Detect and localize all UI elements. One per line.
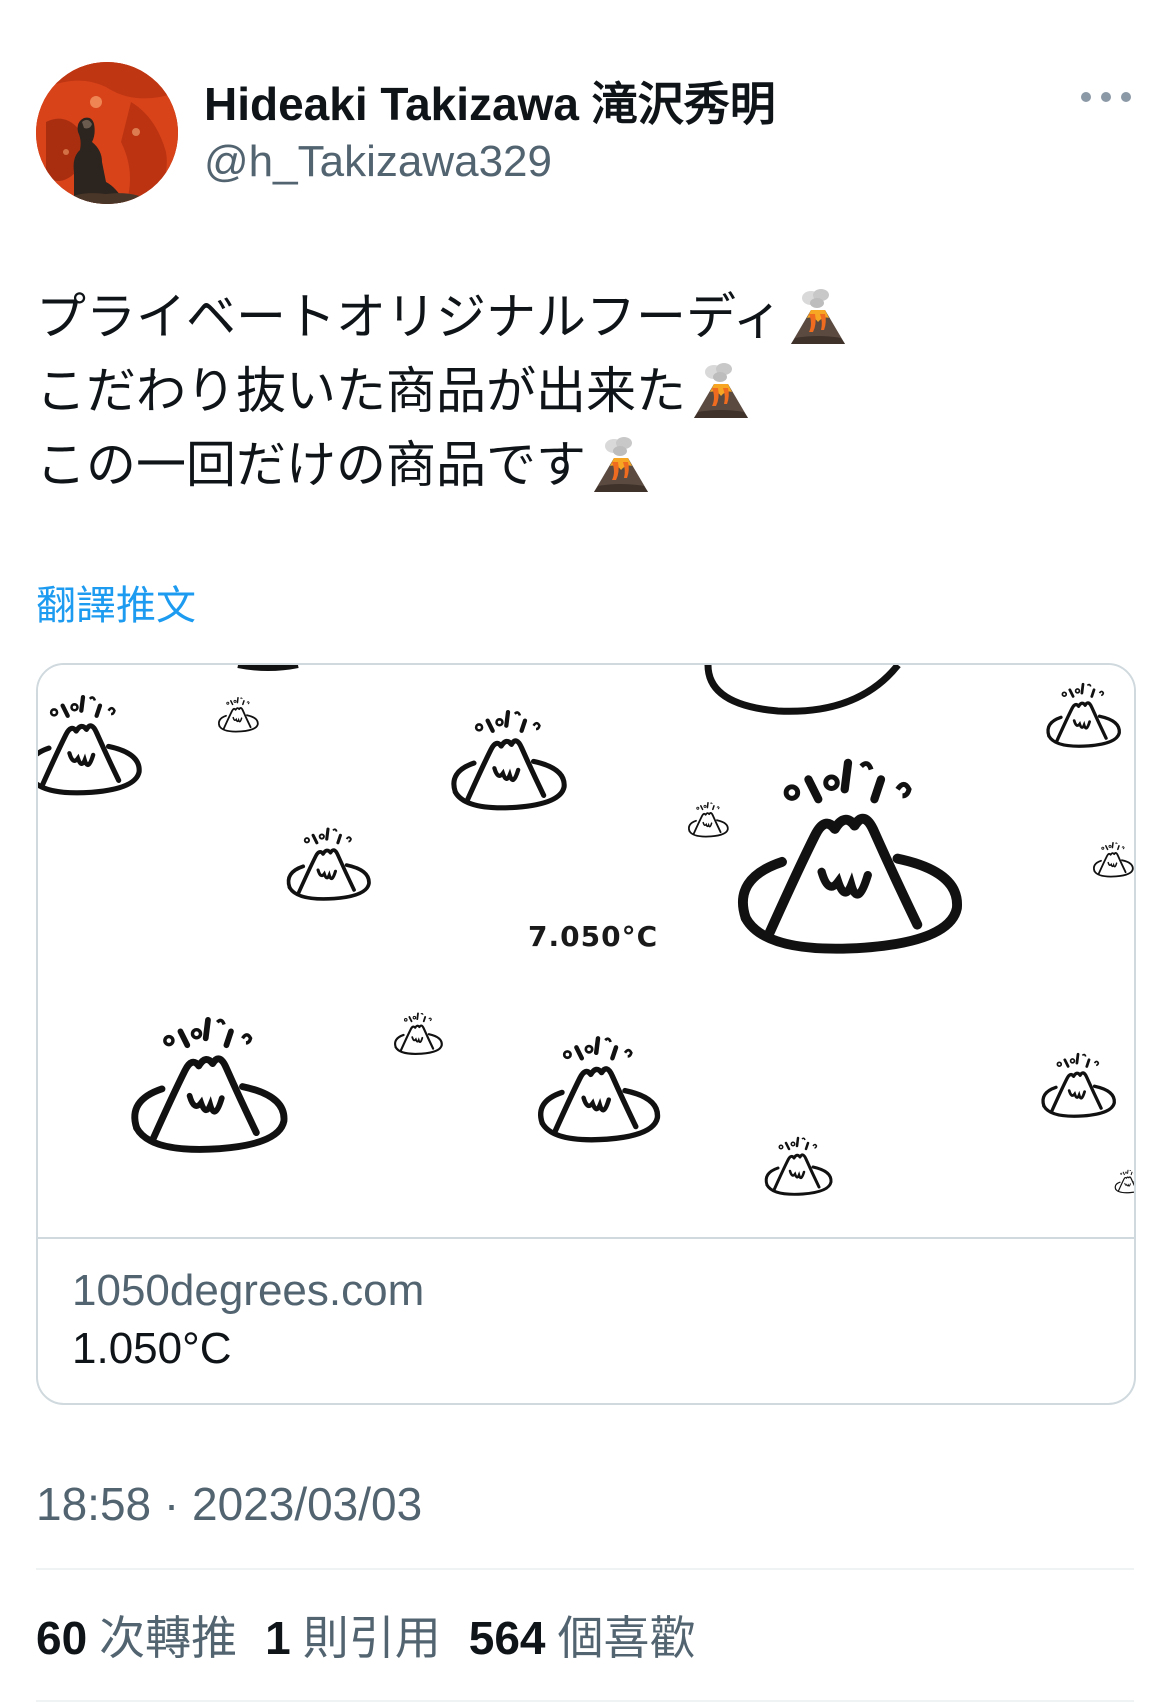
likes-count: 564 — [468, 1612, 546, 1664]
card-image-text: 7.050°C — [528, 920, 659, 953]
volcano-doodle — [1093, 842, 1134, 878]
tweet-line: プライベートオリジナルフーディ — [36, 280, 1136, 354]
volcano-doodle — [286, 827, 371, 901]
volcano-doodle — [237, 665, 299, 671]
likes-label: 個喜歡 — [557, 1611, 696, 1665]
tweet-line-text: こだわり抜いた商品が出来た — [36, 362, 686, 420]
tweet-stats: 60 次轉推 1 則引用 564 個喜歡 — [36, 1610, 724, 1666]
volcano-doodle — [218, 697, 259, 733]
quotes-label: 則引用 — [302, 1611, 441, 1665]
avatar[interactable] — [36, 62, 178, 204]
tweet-line-text: この一回だけの商品です — [36, 436, 586, 494]
author-names: Hideaki Takizawa 滝沢秀明 @h_Takizawa329 — [204, 76, 776, 190]
retweets-stat[interactable]: 60 次轉推 — [36, 1610, 237, 1666]
volcano-doodle — [704, 665, 901, 715]
volcano-icon — [690, 360, 752, 422]
volcano-doodle — [1041, 1052, 1116, 1118]
avatar-photo — [36, 62, 178, 204]
volcano-doodle — [737, 758, 962, 954]
card-domain: 1050degrees.com — [72, 1266, 425, 1315]
volcano-doodle — [1114, 1169, 1134, 1194]
card-title: 1.050°C — [72, 1324, 232, 1373]
divider — [36, 1568, 1134, 1570]
card-divider — [38, 1237, 1134, 1239]
tweet-line: こだわり抜いた商品が出来た — [36, 354, 1136, 428]
volcano-icon — [590, 434, 652, 496]
link-card[interactable]: 7.050°C 1050degrees.com 1.050°C — [36, 663, 1136, 1405]
volcano-doodle — [131, 1017, 288, 1153]
tweet-line-text: プライベートオリジナルフーディ — [36, 288, 783, 346]
divider — [36, 1700, 1134, 1702]
volcano-doodle — [764, 1136, 833, 1196]
display-name[interactable]: Hideaki Takizawa 滝沢秀明 — [204, 76, 776, 132]
quotes-stat[interactable]: 1 則引用 — [265, 1610, 441, 1666]
tweet-timestamp[interactable]: 18:58 · 2023/03/03 — [36, 1476, 422, 1532]
more-options-button[interactable] — [1078, 82, 1134, 112]
translate-tweet-link[interactable]: 翻譯推文 — [36, 578, 196, 634]
volcano-doodle — [394, 1012, 443, 1055]
retweets-label: 次轉推 — [99, 1611, 238, 1665]
more-horizontal-icon — [1081, 92, 1131, 102]
volcano-doodle — [538, 1036, 661, 1143]
tweet-header: Hideaki Takizawa 滝沢秀明 @h_Takizawa329 — [36, 62, 1134, 212]
volcano-doodle — [688, 802, 729, 838]
tweet-line: この一回だけの商品です — [36, 428, 1136, 502]
volcano-icon — [787, 286, 849, 348]
user-handle[interactable]: @h_Takizawa329 — [204, 134, 776, 190]
tweet-text: プライベートオリジナルフーディ こだわり抜いた商品が出来た この一回だけの商品で… — [36, 280, 1136, 502]
retweets-count: 60 — [36, 1612, 88, 1664]
quotes-count: 1 — [265, 1612, 291, 1664]
volcano-doodle — [1046, 682, 1121, 748]
card-image[interactable]: 7.050°C — [38, 665, 1134, 1237]
likes-stat[interactable]: 564 個喜歡 — [469, 1610, 696, 1666]
volcano-doodle — [451, 709, 567, 811]
volcano-doodle — [38, 694, 142, 796]
